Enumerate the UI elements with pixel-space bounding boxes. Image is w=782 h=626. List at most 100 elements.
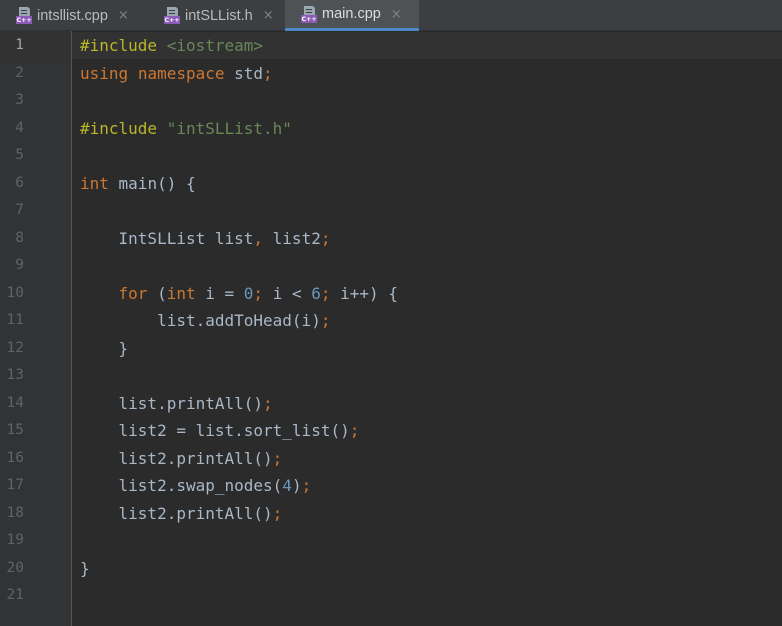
- code-text[interactable]: #include <iostream> using namespace std; #…: [80, 32, 398, 610]
- code-token: (: [147, 283, 167, 303]
- code-line[interactable]: list.printAll();: [80, 390, 398, 418]
- code-token: i++) {: [330, 283, 398, 303]
- code-line[interactable]: [80, 87, 398, 115]
- line-number: 13: [6, 367, 24, 383]
- line-number: 11: [6, 312, 24, 328]
- code-token: #include: [80, 118, 167, 138]
- code-token: namespace: [137, 63, 225, 83]
- code-line[interactable]: for (int i = 0; i < 6; i++) {: [80, 280, 398, 308]
- code-token: 4: [282, 476, 292, 495]
- tab-intsllist-h[interactable]: C++ intSLList.h ×: [148, 0, 285, 31]
- line-number: 14: [6, 394, 24, 411]
- code-token: main() {: [108, 173, 196, 193]
- code-token: 0: [243, 283, 254, 303]
- code-token: ;: [301, 476, 312, 495]
- code-line[interactable]: [80, 142, 398, 170]
- code-token: int: [166, 283, 196, 303]
- line-number: 1: [15, 37, 24, 53]
- editor-tab-bar: C++ intsllist.cpp × C++ intSLList.h × C+…: [0, 0, 782, 31]
- code-token: list2: [263, 228, 321, 248]
- code-token: ;: [253, 283, 264, 303]
- code-token: ): [291, 476, 302, 495]
- code-token: ;: [263, 63, 273, 83]
- cpp-badge: C++: [164, 16, 180, 24]
- code-token: list2.printAll(): [80, 448, 273, 468]
- code-line[interactable]: list2.printAll();: [80, 445, 398, 473]
- code-token: ;: [272, 503, 283, 523]
- line-number: 18: [6, 504, 24, 521]
- code-token: std: [224, 63, 264, 83]
- code-line[interactable]: list2.printAll();: [80, 500, 398, 528]
- code-editor[interactable]: 1 2 3 4 5 6 7 8 9 10 11 12 13 14 15 16 17 18 19 20 21 #inclu…: [0, 31, 782, 626]
- code-token: for: [118, 283, 148, 303]
- code-line[interactable]: using namespace std;: [80, 60, 398, 88]
- line-number: 8: [15, 229, 24, 246]
- code-line[interactable]: [80, 252, 398, 280]
- code-token: i =: [195, 283, 244, 303]
- code-line[interactable]: #include "intSLList.h": [80, 115, 398, 143]
- tab-label: intsllist.cpp: [37, 7, 108, 24]
- code-token: }: [80, 558, 90, 578]
- line-number: 6: [15, 174, 24, 191]
- code-token: list.printAll(): [80, 393, 264, 413]
- code-token: list.addToHead(i): [80, 311, 321, 330]
- cpp-file-icon: C++: [301, 5, 317, 23]
- line-number: 9: [15, 257, 24, 273]
- line-number: 17: [6, 477, 24, 493]
- line-number: 7: [15, 202, 24, 218]
- line-number: 2: [15, 64, 24, 81]
- code-line[interactable]: list.addToHead(i);: [80, 307, 398, 335]
- code-token: ;: [272, 448, 283, 468]
- cpp-file-icon: C++: [16, 7, 32, 24]
- tab-main-cpp[interactable]: C++ main.cpp ×: [285, 0, 419, 31]
- close-icon[interactable]: ×: [263, 9, 274, 22]
- cpp-badge: C++: [16, 16, 32, 24]
- code-line[interactable]: [80, 582, 398, 610]
- code-line[interactable]: [80, 362, 398, 390]
- tab-intsllist-cpp[interactable]: C++ intsllist.cpp ×: [0, 0, 148, 31]
- code-token: ;: [320, 283, 331, 303]
- cpp-badge: C++: [301, 14, 317, 23]
- tab-label: main.cpp: [322, 6, 381, 22]
- line-number: 10: [6, 284, 24, 301]
- code-token: <iostream>: [166, 36, 264, 55]
- close-icon[interactable]: ×: [118, 9, 129, 22]
- code-line[interactable]: }: [80, 335, 398, 363]
- code-token: IntSLList list: [80, 228, 254, 248]
- code-token: ;: [349, 421, 360, 440]
- code-token: #include: [80, 36, 167, 55]
- line-number: 21: [6, 587, 24, 603]
- line-number: 4: [15, 119, 24, 136]
- code-token: "intSLList.h": [166, 118, 292, 138]
- code-token: }: [80, 338, 129, 358]
- code-line[interactable]: list2 = list.sort_list();: [80, 417, 398, 445]
- code-token: int: [80, 173, 109, 193]
- code-line[interactable]: [80, 527, 398, 555]
- code-line[interactable]: IntSLList list, list2;: [80, 225, 398, 253]
- code-line[interactable]: int main() {: [80, 170, 398, 198]
- code-token: using: [80, 63, 129, 83]
- code-token: i <: [263, 283, 312, 303]
- close-icon[interactable]: ×: [391, 8, 402, 21]
- code-token: list2 = list.sort_list(): [80, 421, 350, 440]
- code-token: ;: [320, 311, 331, 330]
- code-line[interactable]: #include <iostream>: [80, 32, 398, 60]
- code-token: ;: [320, 228, 331, 248]
- code-token: ;: [263, 393, 273, 413]
- cpp-file-icon: C++: [164, 7, 180, 24]
- tab-label: intSLList.h: [185, 7, 253, 24]
- line-number: 5: [15, 147, 24, 163]
- code-token: list2.printAll(): [80, 503, 273, 523]
- code-line[interactable]: list2.swap_nodes(4);: [80, 472, 398, 500]
- line-number: 12: [6, 339, 24, 356]
- code-token: 6: [311, 283, 321, 303]
- line-numbers: 1 2 3 4 5 6 7 8 9 10 11 12 13 14 15 16 17 18 19 20 21: [0, 32, 24, 610]
- line-number-gutter[interactable]: 1 2 3 4 5 6 7 8 9 10 11 12 13 14 15 16 17 18 19 20 21: [0, 31, 72, 626]
- code-line[interactable]: [80, 197, 398, 225]
- line-number: 16: [6, 449, 24, 466]
- code-token: list2.swap_nodes(: [80, 476, 283, 495]
- code-token: ,: [253, 228, 264, 248]
- code-line[interactable]: }: [80, 555, 398, 583]
